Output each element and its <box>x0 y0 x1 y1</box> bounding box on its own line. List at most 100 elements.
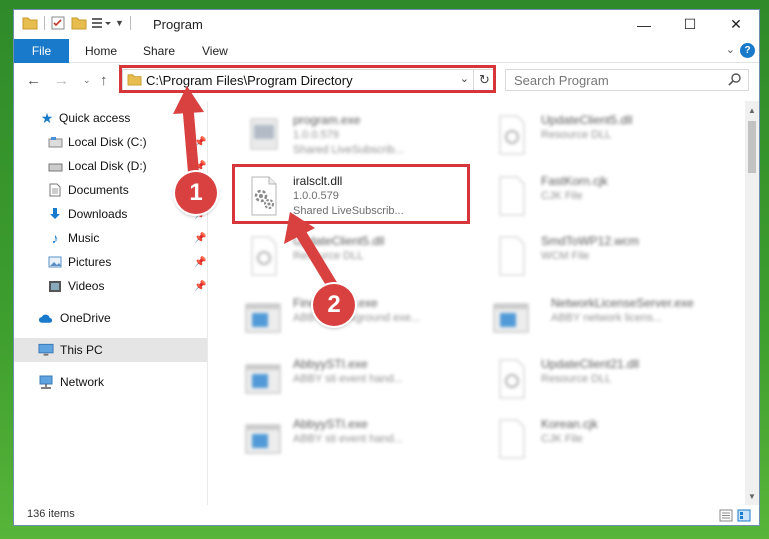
sidebar-item-quick-access[interactable]: ★ Quick access <box>14 106 207 130</box>
navigation-pane: ★ Quick access Local Disk (C:) 📌 Local D… <box>14 101 208 505</box>
customize-icon[interactable] <box>91 16 111 30</box>
sidebar-item-label: Music <box>68 231 100 245</box>
file-name: Korean.cjk <box>541 417 598 431</box>
sidebar-item-label: Downloads <box>68 207 128 221</box>
pin-icon[interactable]: 📌 <box>194 257 206 268</box>
pin-icon[interactable]: 📌 <box>194 161 206 172</box>
window-title: Program <box>153 17 203 32</box>
file-item-korean-cjk[interactable]: Korean.cjk CJK File <box>483 411 723 467</box>
item-count: 136 items <box>27 508 75 520</box>
file-description: Shared LiveSubscrib... <box>293 144 404 156</box>
vertical-scrollbar[interactable]: ▲ ▼ <box>745 101 759 505</box>
sidebar-item-label: Local Disk (D:) <box>68 159 147 173</box>
file-description: ABBY sti event hand... <box>293 433 403 445</box>
sidebar-item-music[interactable]: ♪ Music 📌 <box>14 226 207 250</box>
file-type: Resource DLL <box>541 373 612 385</box>
scroll-thumb[interactable] <box>748 121 756 173</box>
sidebar-item-label: Network <box>60 375 105 389</box>
help-icon[interactable]: ? <box>740 43 755 58</box>
separator <box>129 16 131 30</box>
search-input[interactable]: Search Program <box>505 69 749 91</box>
computer-icon <box>38 342 54 358</box>
file-item-networklicenseserver-exe[interactable]: NetworkLicenseServer.exe ABBY network li… <box>483 290 723 346</box>
file-name: AbbyySTI.exe <box>293 417 368 431</box>
details-view-icon[interactable] <box>719 509 733 522</box>
search-placeholder: Search Program <box>514 73 609 88</box>
star-icon: ★ <box>40 109 54 126</box>
back-arrow-icon[interactable]: ← <box>26 72 41 89</box>
title-bar: ▼ Program — ☐ ✕ <box>14 10 759 39</box>
sidebar-item-label: Local Disk (C:) <box>68 135 147 149</box>
sidebar-item-label: This PC <box>60 343 103 357</box>
videos-icon <box>47 278 63 294</box>
search-icon[interactable] <box>728 72 742 86</box>
new-folder-icon[interactable] <box>71 16 87 30</box>
window-icon <box>245 424 281 454</box>
file-description: ABBY network licens... <box>551 312 663 324</box>
file-item-abbyysti-exe[interactable]: AbbyySTI.exe ABBY sti event hand... <box>235 411 475 467</box>
file-name: NetworkLicenseServer.exe <box>551 296 694 310</box>
tab-home[interactable]: Home <box>85 44 117 58</box>
file-name: UpdateClient21.dll <box>541 357 640 371</box>
sidebar-item-local-disk-d[interactable]: Local Disk (D:) 📌 <box>14 154 207 178</box>
drive-icon <box>47 134 63 150</box>
cloud-icon <box>38 310 54 326</box>
file-type: Resource DLL <box>541 129 612 141</box>
up-arrow-icon[interactable]: ↑ <box>100 72 108 89</box>
sidebar-item-videos[interactable]: Videos 📌 <box>14 274 207 298</box>
file-name: SmdToWP12.wcm <box>541 234 640 248</box>
file-item-smdtowp12-wcm[interactable]: SmdToWP12.wcm WCM File <box>483 228 723 284</box>
file-item-finereader-exe[interactable]: FineReader.exe ABBYY background exe... <box>235 290 475 346</box>
dll-icon <box>499 115 525 155</box>
sidebar-item-local-disk-c[interactable]: Local Disk (C:) 📌 <box>14 130 207 154</box>
tab-view[interactable]: View <box>202 44 228 58</box>
chevron-down-icon[interactable]: ▼ <box>115 18 124 28</box>
file-name: program.exe <box>293 113 361 127</box>
file-description: ABBYY background exe... <box>293 312 420 324</box>
window-icon <box>245 364 281 394</box>
scroll-up-icon[interactable]: ▲ <box>745 103 759 117</box>
sidebar-item-network[interactable]: Network <box>14 370 207 394</box>
file-item-updateclient21-dll[interactable]: UpdateClient21.dll Resource DLL <box>483 351 723 407</box>
file-list: program.exe 1.0.0.579 Shared LiveSubscri… <box>209 101 747 505</box>
properties-icon[interactable] <box>51 16 65 30</box>
window-icon <box>493 303 529 333</box>
expand-ribbon-icon[interactable]: ⌄ <box>726 43 735 56</box>
network-icon <box>38 374 54 390</box>
pin-icon[interactable]: 📌 <box>194 281 206 292</box>
view-switcher <box>719 509 751 522</box>
callout-1: 1 <box>175 172 217 214</box>
tiles-view-icon[interactable] <box>737 509 751 522</box>
file-version: 1.0.0.579 <box>293 129 339 141</box>
recent-locations-icon[interactable]: ⌄ <box>83 75 91 86</box>
close-button[interactable]: ✕ <box>713 10 759 39</box>
file-type: WCM File <box>541 250 590 262</box>
file-type: Resource DLL <box>293 250 364 262</box>
forward-arrow-icon[interactable]: → <box>54 72 69 89</box>
minimize-button[interactable]: — <box>621 10 667 39</box>
pin-icon[interactable]: 📌 <box>194 233 206 244</box>
maximize-button[interactable]: ☐ <box>667 10 713 39</box>
file-item-fastkorn-cjk[interactable]: FastKorn.cjk CJK File <box>483 168 723 224</box>
sidebar-item-pictures[interactable]: Pictures 📌 <box>14 250 207 274</box>
file-icon <box>499 236 525 276</box>
separator <box>44 16 45 30</box>
sidebar-item-downloads[interactable]: Downloads 📌 <box>14 202 207 226</box>
sidebar-item-label: Quick access <box>59 111 131 125</box>
file-highlight <box>232 164 470 224</box>
file-item-program-exe[interactable]: program.exe 1.0.0.579 Shared LiveSubscri… <box>235 107 475 163</box>
sidebar-item-this-pc[interactable]: This PC <box>14 338 207 362</box>
file-type: CJK File <box>541 190 583 202</box>
sidebar-item-onedrive[interactable]: OneDrive <box>14 306 207 330</box>
file-item-abbyysti-exe[interactable]: AbbyySTI.exe ABBY sti event hand... <box>235 351 475 407</box>
sidebar-item-label: Pictures <box>68 255 112 269</box>
file-icon <box>499 419 525 459</box>
file-item-updateclient5-dll[interactable]: UpdateClient5.dll Resource DLL <box>483 107 723 163</box>
tab-file[interactable]: File <box>14 39 69 63</box>
file-name: UpdateClient5.dll <box>541 113 633 127</box>
file-item-updateclient5-dll[interactable]: UpdateClient5.dll Resource DLL <box>235 228 475 284</box>
pin-icon[interactable]: 📌 <box>194 137 206 148</box>
scroll-down-icon[interactable]: ▼ <box>745 489 759 503</box>
tab-share[interactable]: Share <box>143 44 175 58</box>
file-name: UpdateClient5.dll <box>293 234 385 248</box>
